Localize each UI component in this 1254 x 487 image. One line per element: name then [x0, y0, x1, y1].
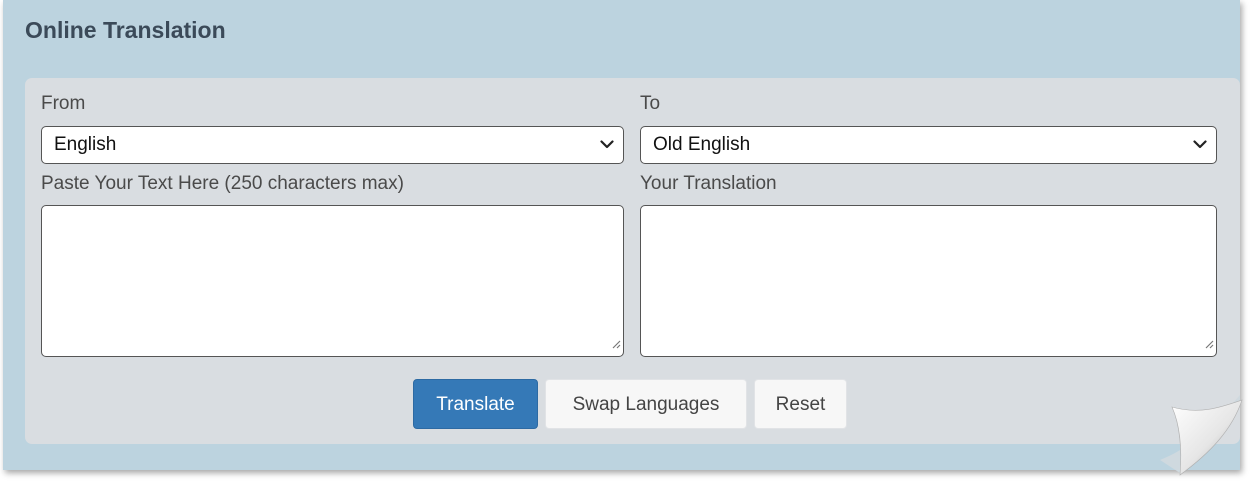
from-language-value: English	[54, 134, 117, 155]
to-language-value: Old English	[653, 134, 751, 155]
source-text-input[interactable]	[41, 205, 624, 357]
widget-title: Online Translation	[25, 17, 226, 43]
translator-widget: Online Translation From To English Old E…	[0, 0, 1254, 487]
resize-grip-icon[interactable]	[611, 336, 621, 354]
to-language-select[interactable]: Old English	[640, 126, 1217, 164]
from-label: From	[41, 93, 86, 114]
chevron-down-icon	[599, 127, 615, 162]
translation-label: Your Translation	[640, 173, 777, 194]
reset-button[interactable]: Reset	[754, 379, 847, 429]
translate-button[interactable]: Translate	[413, 379, 538, 429]
page-curl-decoration	[1160, 395, 1243, 476]
swap-languages-button[interactable]: Swap Languages	[545, 379, 747, 429]
source-text-label: Paste Your Text Here (250 characters max…	[41, 173, 404, 194]
translation-output[interactable]	[640, 205, 1217, 357]
to-label: To	[640, 93, 661, 114]
from-language-select[interactable]: English	[41, 126, 624, 164]
resize-grip-icon[interactable]	[1204, 336, 1214, 354]
chevron-down-icon	[1192, 127, 1208, 162]
